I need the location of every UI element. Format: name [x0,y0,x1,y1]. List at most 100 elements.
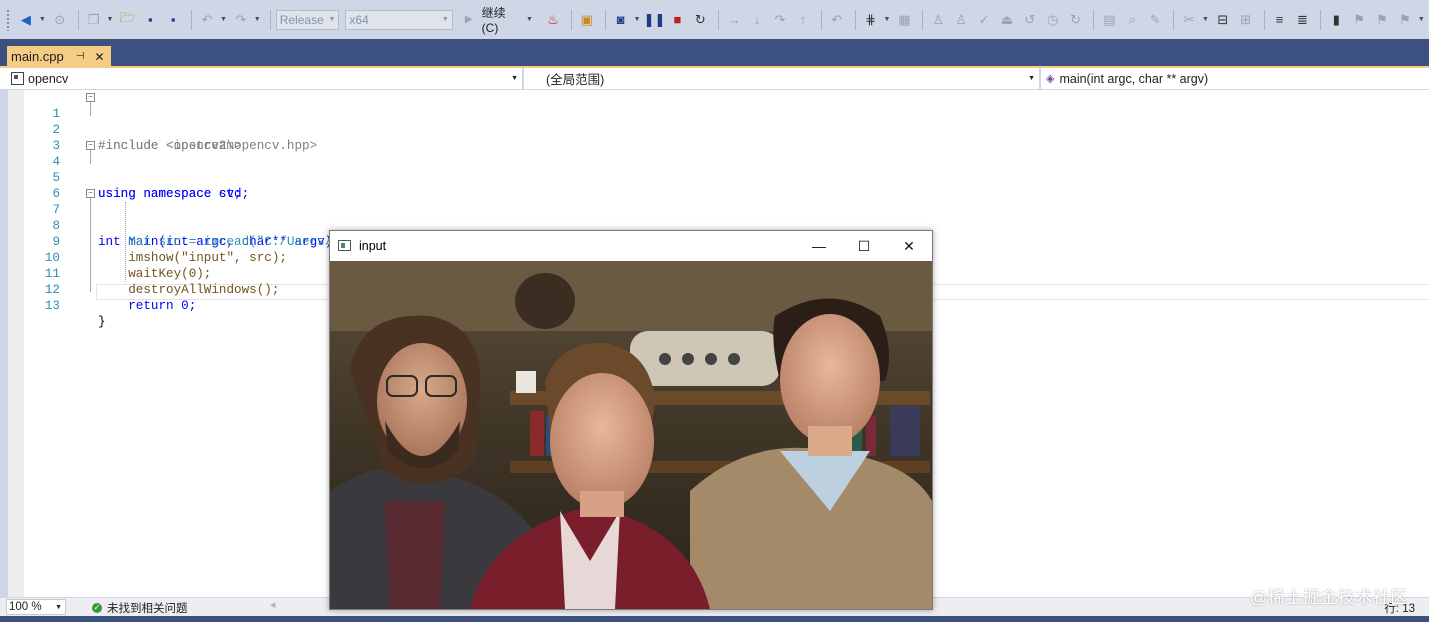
chevron-down-icon: ▼ [55,603,62,611]
image-window[interactable]: input — ☐ ✕ [329,230,933,610]
code-text: } [98,315,106,329]
minimize-button[interactable]: — [796,231,842,261]
indent-icon[interactable]: ≡ [1270,9,1290,31]
pin-icon[interactable]: ⊣ [76,51,85,62]
platform-select[interactable]: x64 ▼ [345,9,453,30]
navigation-bar: opencv ▼ (全局范围) ▼ ◈ main(int argc, char … [0,68,1429,90]
screenshot-dropdown-icon[interactable]: ▼ [634,16,641,23]
show-next-statement-icon[interactable]: → [724,9,744,31]
save-icon[interactable]: ▪ [140,9,160,31]
new-item-icon[interactable]: ❐ [84,9,104,31]
code-line[interactable]: 6 [8,170,1429,201]
scroll-left-icon[interactable]: ◀ [270,601,275,609]
hot-reload-icon[interactable]: ♨ [543,9,563,31]
threads-icon[interactable]: ⋕ [861,9,881,31]
scope-dropdown[interactable]: (全局范围) ▼ [524,69,1039,88]
toolbar-separator [604,9,606,30]
continue-button[interactable]: 继续(C) ▼ [482,4,537,35]
code-line[interactable]: 7 − int main(int argc, char** argv) { [8,186,1429,249]
watermark: @稀土掘金技术社区 [1250,588,1408,607]
open-folder-icon[interactable]: 🗁 [117,9,137,31]
photo-illustration [330,261,932,609]
undo-dropdown-icon[interactable]: ▼ [220,16,227,23]
upload-icon[interactable]: ⏏ [997,9,1017,31]
close-icon[interactable]: ✕ [94,50,104,64]
stop-icon[interactable]: ■ [668,9,688,31]
clear-bookmarks-icon[interactable]: ⚑ [1395,9,1415,31]
step-out-icon[interactable]: ↑ [793,9,813,31]
toolbar-grip[interactable] [6,8,10,31]
zoom-select[interactable]: 100 % ▼ [6,599,66,615]
solution-explorer-icon[interactable]: ▣ [577,9,597,31]
toolbar-separator [1320,9,1322,30]
window-title: input [359,239,387,253]
tools-dropdown-icon[interactable]: ▼ [1202,16,1209,23]
find-icon[interactable]: ⌕ [1122,9,1142,31]
toolbar-separator [922,9,924,30]
back-dropdown-icon[interactable]: ▼ [39,16,46,23]
undo-history-icon[interactable]: ↺ [1020,9,1040,31]
bookmark-icon[interactable]: ▮ [1326,9,1346,31]
collapse-icon[interactable]: − [86,141,95,150]
code-line[interactable]: 4 − using namespace cv; [8,138,1429,201]
window-app-icon [338,240,351,251]
back-icon[interactable]: ◀ [16,9,36,31]
collapse-icon[interactable]: − [86,189,95,198]
clock-icon[interactable]: ◷ [1043,9,1063,31]
comment-icon[interactable]: ≣ [1293,9,1313,31]
maximize-button[interactable]: ☐ [841,231,887,261]
bottom-strip [0,616,1429,622]
toolbar-separator [1173,9,1175,30]
debug-location-icon[interactable]: ♙ [928,9,948,31]
save-all-icon[interactable]: ▪ [163,9,183,31]
breakpoint-icon[interactable]: ♙ [951,9,971,31]
start-without-debug-icon[interactable]: ▶ [459,9,479,31]
code-line[interactable]: 1 − #include <opencv2\opencv.hpp> [8,90,1429,153]
pause-icon[interactable]: ❚❚ [644,9,666,31]
overflow-icon[interactable]: ▼ [1418,16,1425,23]
new-item-dropdown-icon[interactable]: ▼ [107,16,114,23]
step-into-icon[interactable]: ↓ [747,9,767,31]
window-title-bar[interactable]: input — ☐ ✕ [330,231,932,261]
code-line[interactable]: 5 using namespace std; [8,154,1429,201]
continue-label: 继续(C) [481,6,506,35]
member-dropdown[interactable]: ◈ main(int argc, char ** argv) [1041,69,1429,88]
compare-icon[interactable]: ⊞ [1236,9,1256,31]
threads-dropdown-icon[interactable]: ▼ [884,16,891,23]
step-back-icon[interactable]: ↶ [827,9,847,31]
toolbar-separator [191,9,193,30]
hierarchy-icon[interactable]: ⊟ [1213,9,1233,31]
prev-bookmark-icon[interactable]: ⚑ [1349,9,1369,31]
code-line[interactable]: 2 #include <iostream> [8,106,1429,153]
project-dropdown[interactable]: opencv ▼ [0,69,522,88]
platform-value: x64 [349,12,369,27]
checkmark-icon[interactable]: ✓ [974,9,994,31]
window-close-button[interactable]: ✕ [886,231,932,261]
screenshot-icon[interactable]: ◙ [611,9,631,31]
tools-icon[interactable]: ✂ [1179,9,1199,31]
redo-icon[interactable]: ↷ [231,9,251,31]
wrench-icon[interactable]: ✎ [1145,9,1165,31]
undo-icon[interactable]: ↶ [197,9,217,31]
chevron-down-icon: ▼ [1028,75,1035,82]
tab-main-cpp[interactable]: main.cpp ⊣ ✕ [7,46,111,67]
refresh-icon[interactable]: ↻ [1066,9,1086,31]
next-bookmark-icon[interactable]: ⚑ [1372,9,1392,31]
forward-icon[interactable]: ⊙ [50,9,70,31]
code-line[interactable]: 8 Mat src = imread("C:/Users/Dell/Pictur… [8,202,1429,249]
collapse-icon[interactable]: − [86,93,95,102]
redo-dropdown-icon[interactable]: ▼ [254,16,261,23]
configuration-select[interactable]: Release ▼ [275,9,340,30]
class-view-icon[interactable]: ▤ [1099,9,1119,31]
step-over-icon[interactable]: ↷ [770,9,790,31]
toolbar-separator [1093,9,1095,30]
code-line[interactable]: 3 [8,122,1429,153]
restart-icon[interactable]: ↻ [690,9,710,31]
toolbar-separator [1263,9,1265,30]
tab-label: main.cpp [11,49,64,64]
document-tab-bar: main.cpp ⊣ ✕ [0,39,1429,67]
memory-icon[interactable]: ▦ [894,9,914,31]
project-name: opencv [28,71,69,86]
issues-indicator[interactable]: ✓ 未找到相关问题 [92,600,188,616]
displayed-photo [330,261,932,609]
